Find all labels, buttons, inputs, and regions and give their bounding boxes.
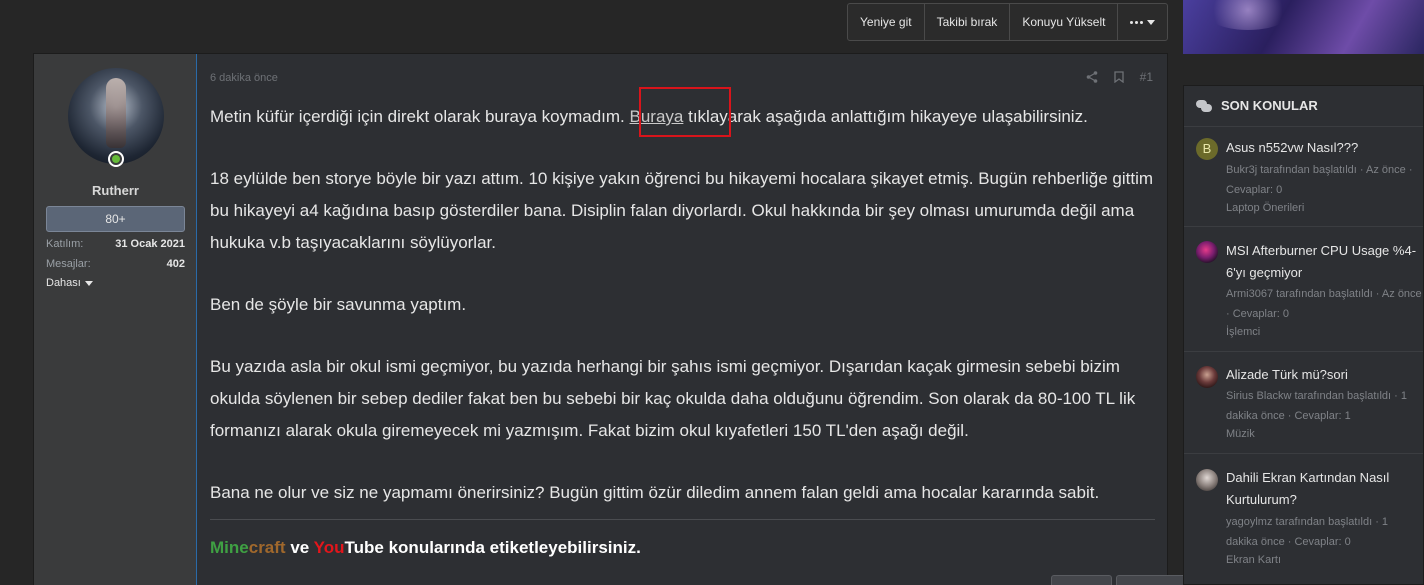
- thread-forum-link[interactable]: Müzik: [1226, 424, 1422, 444]
- thread-meta: Bukr3j tarafından başlatıldı · Az önce ·…: [1226, 164, 1413, 196]
- signature: Minecraft ve YouTube konularında etiketl…: [210, 538, 641, 558]
- post-tools: #1: [1086, 70, 1153, 84]
- unfollow-button[interactable]: Takibi bırak: [925, 4, 1011, 40]
- chat-bubbles-icon: [1196, 99, 1212, 112]
- thread-post: Rutherr 80+ Katılım: 31 Ocak 2021 Mesajl…: [33, 53, 1188, 585]
- avatar[interactable]: [1196, 366, 1218, 388]
- sidebar-title-text: SON KONULAR: [1221, 98, 1318, 113]
- joined-label: Katılım:: [46, 238, 84, 250]
- joined-value: 31 Ocak 2021: [115, 238, 185, 250]
- username[interactable]: Rutherr: [34, 183, 197, 198]
- divider: [1184, 226, 1423, 227]
- thread-action-bar: Yeniye git Takibi bırak Konuyu Yükselt: [847, 3, 1169, 41]
- thread-title-link[interactable]: Alizade Türk mü?sori: [1226, 364, 1422, 386]
- post-text: Metin küfür içerdiği için direkt olarak …: [210, 107, 630, 126]
- thread-meta: yagoylmz tarafından başlatıldı · 1 dakik…: [1226, 516, 1389, 548]
- avatar[interactable]: B: [1196, 138, 1218, 160]
- post-paragraph: Bana ne olur ve siz ne yapmamı önerirsin…: [210, 483, 1100, 502]
- user-rank-badge: 80+: [46, 206, 185, 232]
- share-icon[interactable]: [1086, 71, 1098, 83]
- online-status-icon: [108, 151, 124, 167]
- avatar[interactable]: [68, 68, 164, 164]
- post-footer-button[interactable]: [1051, 575, 1112, 585]
- sidebar-title: SON KONULAR: [1196, 98, 1318, 113]
- signature-minecraft-part2: craft: [248, 538, 286, 557]
- thread-forum-link[interactable]: Laptop Önerileri: [1226, 198, 1422, 218]
- thread-title-link[interactable]: Asus n552vw Nasıl???: [1226, 137, 1422, 159]
- highlight-box: [639, 87, 731, 137]
- messages-label: Mesajlar:: [46, 258, 91, 270]
- signature-text: ve: [285, 538, 314, 557]
- divider: [1184, 351, 1423, 352]
- post-timestamp[interactable]: 6 dakika önce: [210, 72, 278, 84]
- user-more-label: Dahası: [46, 277, 81, 289]
- post-number[interactable]: #1: [1140, 70, 1153, 84]
- post-content: 6 dakika önce #1 Metin küfür içerdiği iç…: [198, 54, 1188, 585]
- thread-forum-link[interactable]: Ekran Kartı: [1226, 550, 1422, 570]
- thread-meta: Sirius Blackw tarafından başlatıldı · 1 …: [1226, 390, 1407, 422]
- thread-title-link[interactable]: MSI Afterburner CPU Usage %4-6'yı geçmiy…: [1226, 240, 1422, 284]
- ellipsis-icon: [1130, 20, 1144, 24]
- bookmark-icon[interactable]: [1113, 71, 1124, 83]
- signature-divider: [210, 519, 1155, 520]
- divider: [1184, 126, 1423, 127]
- signature-minecraft-part1: Mine: [210, 538, 249, 557]
- thread-title-link[interactable]: Dahili Ekran Kartından Nasıl Kurtulurum?: [1226, 467, 1422, 511]
- chevron-down-icon: [84, 280, 93, 286]
- post-footer-button[interactable]: [1116, 575, 1188, 585]
- post-body: Metin küfür içerdiği için direkt olarak …: [210, 101, 1155, 539]
- avatar[interactable]: [1196, 469, 1218, 491]
- post-paragraph: Ben de şöyle bir savunma yaptım.: [210, 295, 467, 314]
- more-options-button[interactable]: [1118, 4, 1167, 40]
- latest-threads-sidebar: SON KONULAR B Asus n552vw Nasıl??? Bukr3…: [1183, 85, 1424, 585]
- messages-value: 402: [166, 258, 185, 270]
- thread-forum-link[interactable]: İşlemci: [1226, 322, 1422, 342]
- post-text: tıklayarak aşağıda anlattığım hikayeye u…: [683, 107, 1088, 126]
- messages-stat: Mesajlar: 402: [46, 258, 185, 270]
- post-paragraph: Bu yazıda asla bir okul ismi geçmiyor, b…: [210, 357, 1136, 440]
- user-more-toggle[interactable]: Dahası: [46, 277, 93, 289]
- post-paragraph: 18 eylülde ben storye böyle bir yazı att…: [210, 169, 1154, 252]
- signature-text: konularında etiketleyebilirsiniz.: [383, 538, 641, 557]
- divider: [1184, 453, 1423, 454]
- post-user-panel: Rutherr 80+ Katılım: 31 Ocak 2021 Mesajl…: [34, 54, 197, 585]
- chevron-down-icon: [1147, 19, 1156, 25]
- joined-stat: Katılım: 31 Ocak 2021: [46, 238, 185, 250]
- signature-youtube-part2: Tube: [344, 538, 384, 557]
- bump-thread-button[interactable]: Konuyu Yükselt: [1010, 4, 1119, 40]
- go-to-new-button[interactable]: Yeniye git: [848, 4, 925, 40]
- sidebar-banner-image[interactable]: [1183, 0, 1424, 54]
- signature-youtube-part1: You: [313, 538, 345, 557]
- thread-meta: Armi3067 tarafından başlatıldı · Az önce…: [1226, 288, 1422, 320]
- avatar[interactable]: [1196, 241, 1218, 263]
